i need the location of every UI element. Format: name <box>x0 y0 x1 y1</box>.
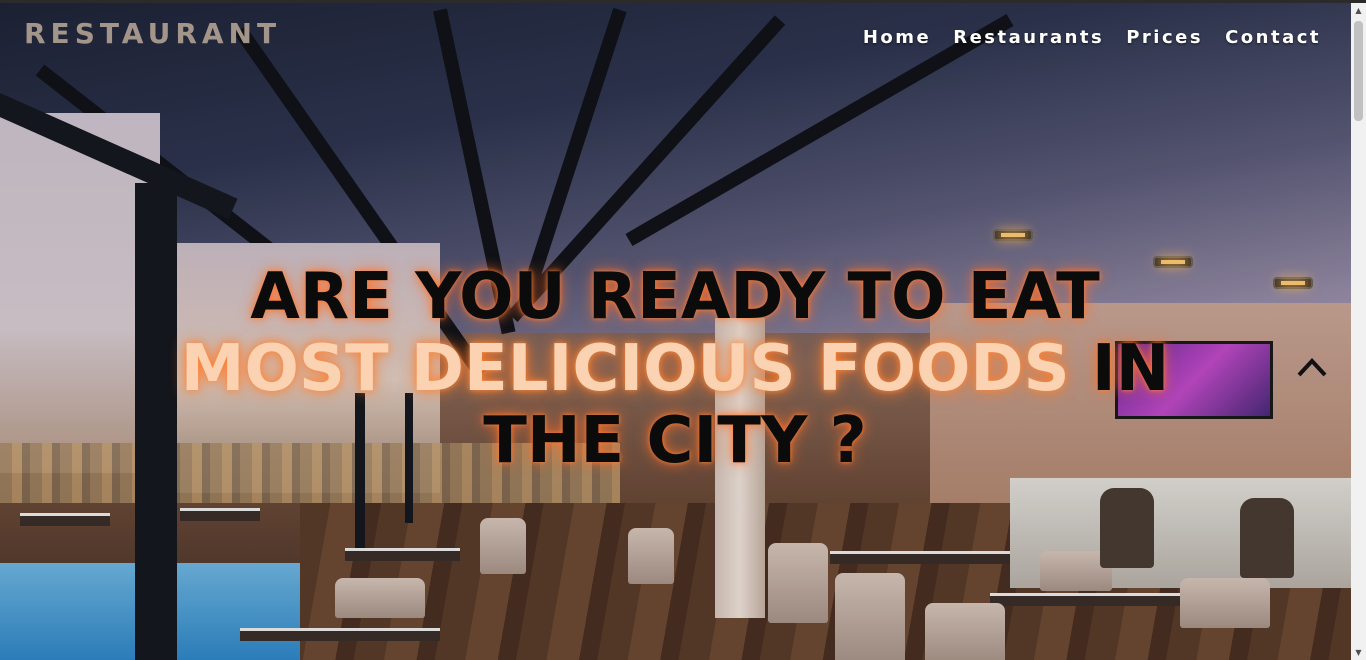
caret-up-icon <box>1297 358 1327 377</box>
nav-item-home: Home <box>863 27 931 48</box>
nav-link-home[interactable]: Home <box>863 27 931 48</box>
brand-logo[interactable]: RESTAURANT <box>24 17 281 50</box>
hero-section: RESTAURANT Home Restaurants Prices Conta… <box>0 3 1351 660</box>
nav-link-contact[interactable]: Contact <box>1225 27 1321 48</box>
headline-line-2-rest: IN <box>1069 332 1170 406</box>
scroll-to-top-button[interactable] <box>1295 353 1329 381</box>
nav-item-contact: Contact <box>1225 27 1321 48</box>
nav-link-prices[interactable]: Prices <box>1126 27 1203 48</box>
headline-line-3: THE CITY ? <box>483 404 867 478</box>
nav-link-restaurants[interactable]: Restaurants <box>953 27 1104 48</box>
hero-headline: ARE YOU READY TO EAT MOST DELICIOUS FOOD… <box>130 261 1220 477</box>
scroll-down-arrow-icon[interactable]: ▼ <box>1351 645 1366 660</box>
scroll-up-arrow-icon[interactable]: ▲ <box>1351 3 1366 18</box>
headline-line-1: ARE YOU READY TO EAT <box>250 260 1100 334</box>
nav-item-prices: Prices <box>1126 27 1203 48</box>
main-nav: Home Restaurants Prices Contact <box>863 27 1321 48</box>
headline-accent: MOST DELICIOUS FOODS <box>180 332 1070 406</box>
scrollbar-thumb[interactable] <box>1354 21 1363 121</box>
nav-item-restaurants: Restaurants <box>953 27 1104 48</box>
page-scrollbar[interactable]: ▲ ▼ <box>1351 3 1366 660</box>
